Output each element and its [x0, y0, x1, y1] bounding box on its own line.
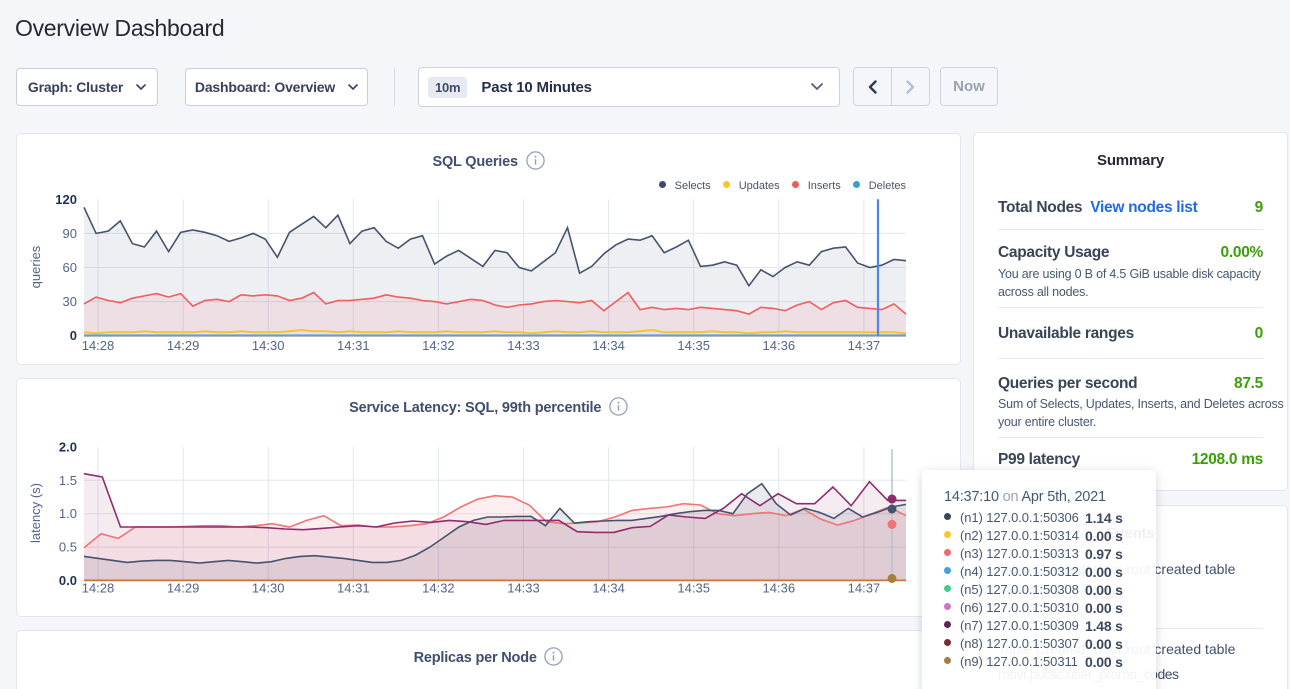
- svg-text:0: 0: [70, 328, 77, 343]
- svg-text:14:36: 14:36: [763, 581, 796, 596]
- svg-text:14:32: 14:32: [422, 338, 455, 353]
- svg-text:14:35: 14:35: [677, 338, 710, 353]
- svg-text:14:28: 14:28: [82, 338, 115, 353]
- svg-text:30: 30: [63, 294, 77, 309]
- svg-text:2.0: 2.0: [59, 440, 77, 455]
- svg-text:14:34: 14:34: [592, 338, 625, 353]
- svg-text:120: 120: [55, 192, 77, 207]
- svg-text:14:37: 14:37: [848, 338, 881, 353]
- svg-text:14:31: 14:31: [337, 338, 370, 353]
- svg-text:14:29: 14:29: [167, 581, 200, 596]
- svg-text:60: 60: [63, 260, 77, 275]
- svg-text:14:29: 14:29: [167, 338, 200, 353]
- svg-text:14:36: 14:36: [763, 338, 796, 353]
- svg-text:1.0: 1.0: [59, 506, 77, 521]
- svg-text:14:30: 14:30: [252, 581, 285, 596]
- svg-text:14:35: 14:35: [677, 581, 710, 596]
- svg-text:90: 90: [63, 226, 77, 241]
- svg-text:0.5: 0.5: [59, 540, 77, 555]
- svg-text:1.5: 1.5: [59, 473, 77, 488]
- svg-text:14:31: 14:31: [337, 581, 370, 596]
- svg-text:14:34: 14:34: [592, 581, 625, 596]
- svg-text:14:33: 14:33: [507, 338, 540, 353]
- svg-text:14:28: 14:28: [82, 581, 115, 596]
- svg-text:latency (s): latency (s): [28, 483, 43, 543]
- svg-text:14:33: 14:33: [507, 581, 540, 596]
- svg-text:14:30: 14:30: [252, 338, 285, 353]
- svg-text:14:32: 14:32: [422, 581, 455, 596]
- svg-text:queries: queries: [28, 245, 43, 288]
- svg-text:0.0: 0.0: [59, 573, 77, 588]
- svg-text:14:37: 14:37: [848, 581, 881, 596]
